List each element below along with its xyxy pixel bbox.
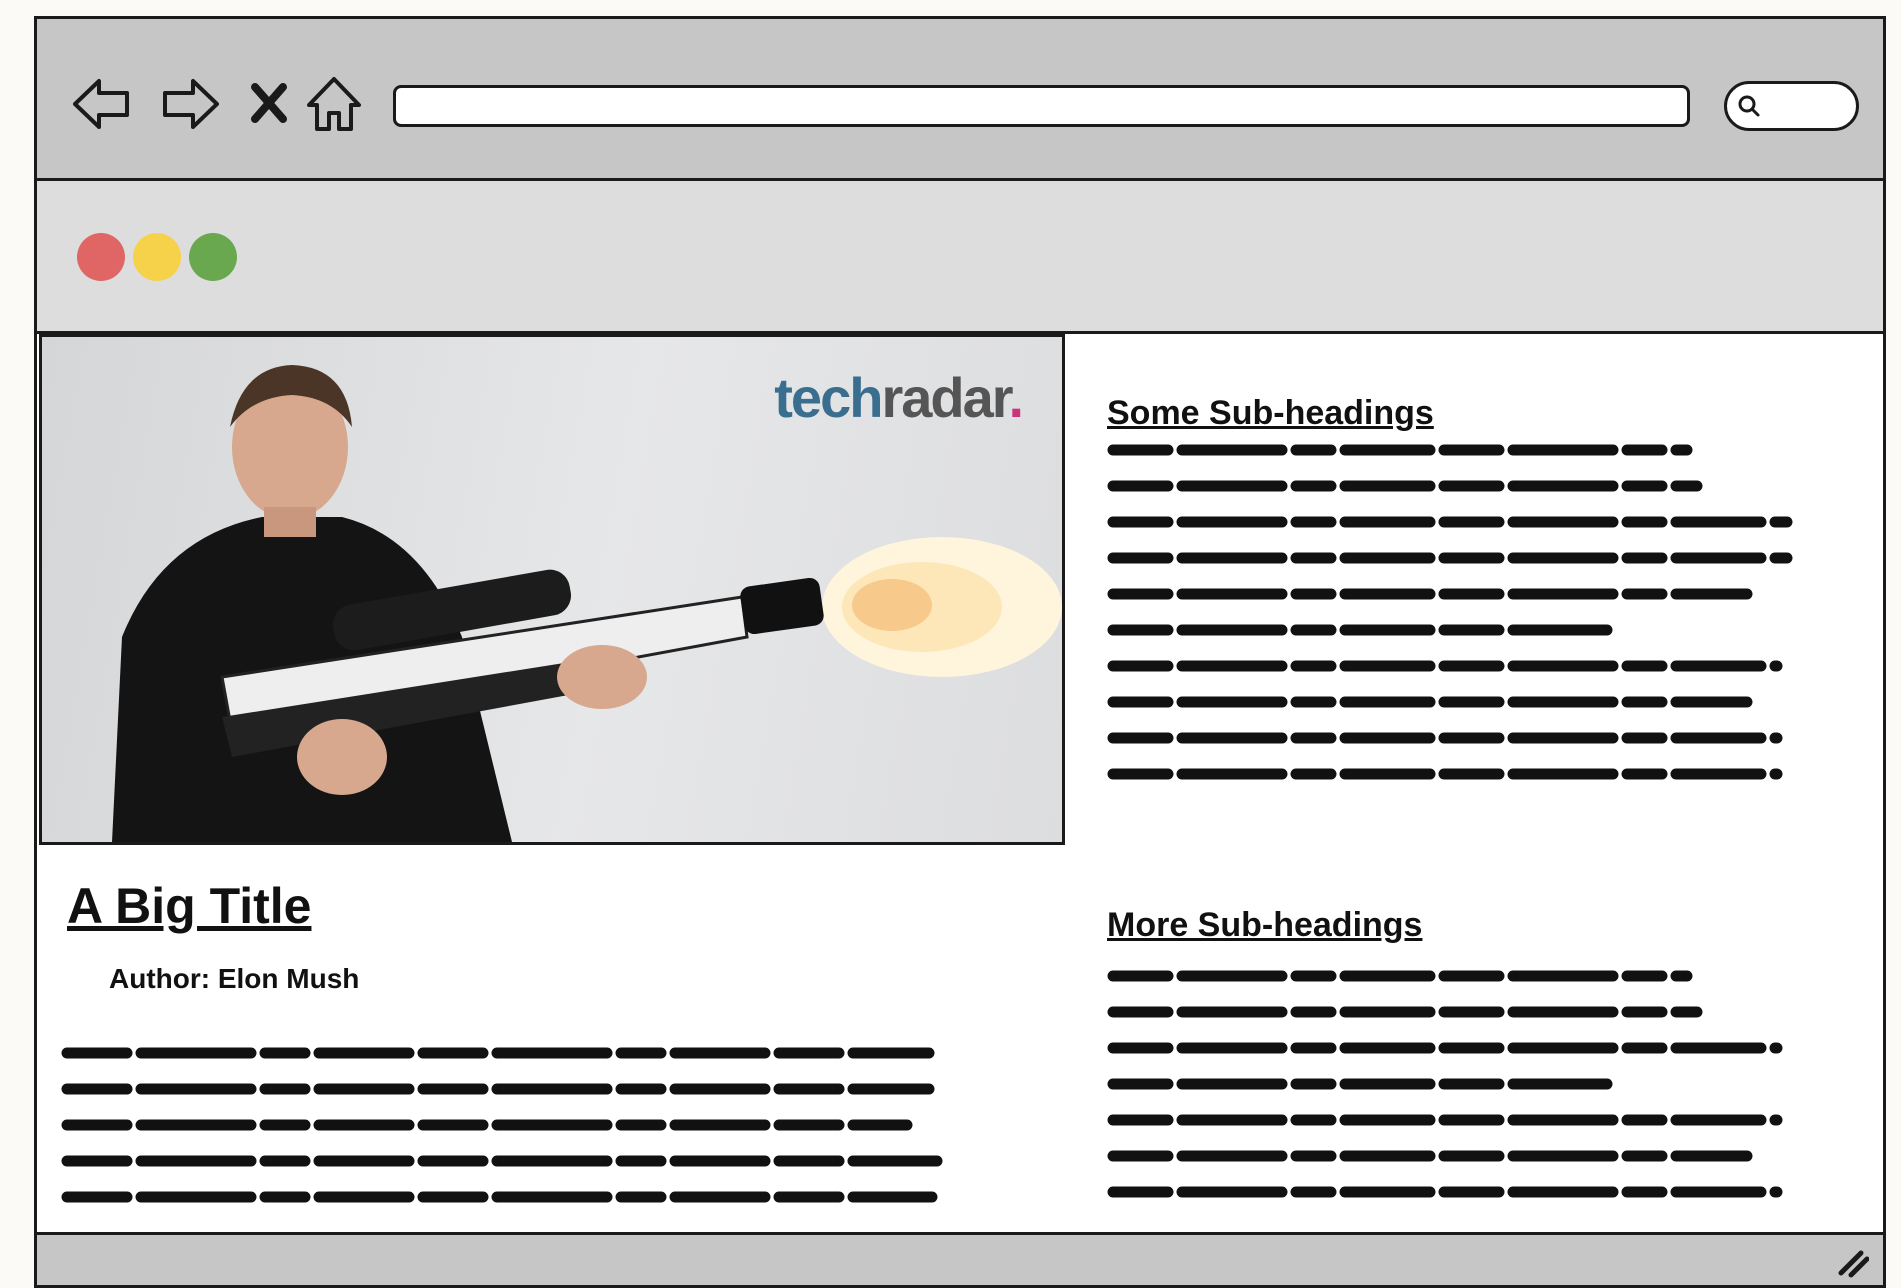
search-box[interactable] (1724, 81, 1859, 131)
window-maximize-dot[interactable] (189, 233, 237, 281)
window-minimize-dot[interactable] (133, 233, 181, 281)
back-arrow-icon[interactable] (67, 69, 137, 139)
article-body-placeholder (61, 1047, 943, 1203)
hero-image: techradar. (39, 334, 1065, 845)
sidebar-text-placeholder-1 (1107, 444, 1793, 780)
forward-arrow-icon[interactable] (155, 69, 225, 139)
close-x-icon[interactable] (235, 69, 305, 139)
window-close-dot[interactable] (77, 233, 125, 281)
resize-grip-icon[interactable] (1835, 1245, 1869, 1279)
browser-window: techradar. A Big Title Author: Elon Mush… (34, 16, 1886, 1288)
browser-toolbar (37, 19, 1883, 181)
window-title-bar (37, 181, 1883, 334)
sidebar-heading-2: More Sub-headings (1107, 906, 1423, 944)
address-bar[interactable] (393, 85, 1690, 127)
home-icon[interactable] (299, 69, 369, 139)
techradar-logo: techradar. (774, 366, 1024, 429)
browser-status-bar (37, 1232, 1883, 1285)
sidebar-heading-1: Some Sub-headings (1107, 394, 1434, 432)
article-author: Author: Elon Mush (109, 963, 360, 994)
sidebar-text-placeholder-2 (1107, 970, 1783, 1198)
article-title: A Big Title (67, 878, 312, 934)
magnifier-icon (1738, 95, 1760, 117)
